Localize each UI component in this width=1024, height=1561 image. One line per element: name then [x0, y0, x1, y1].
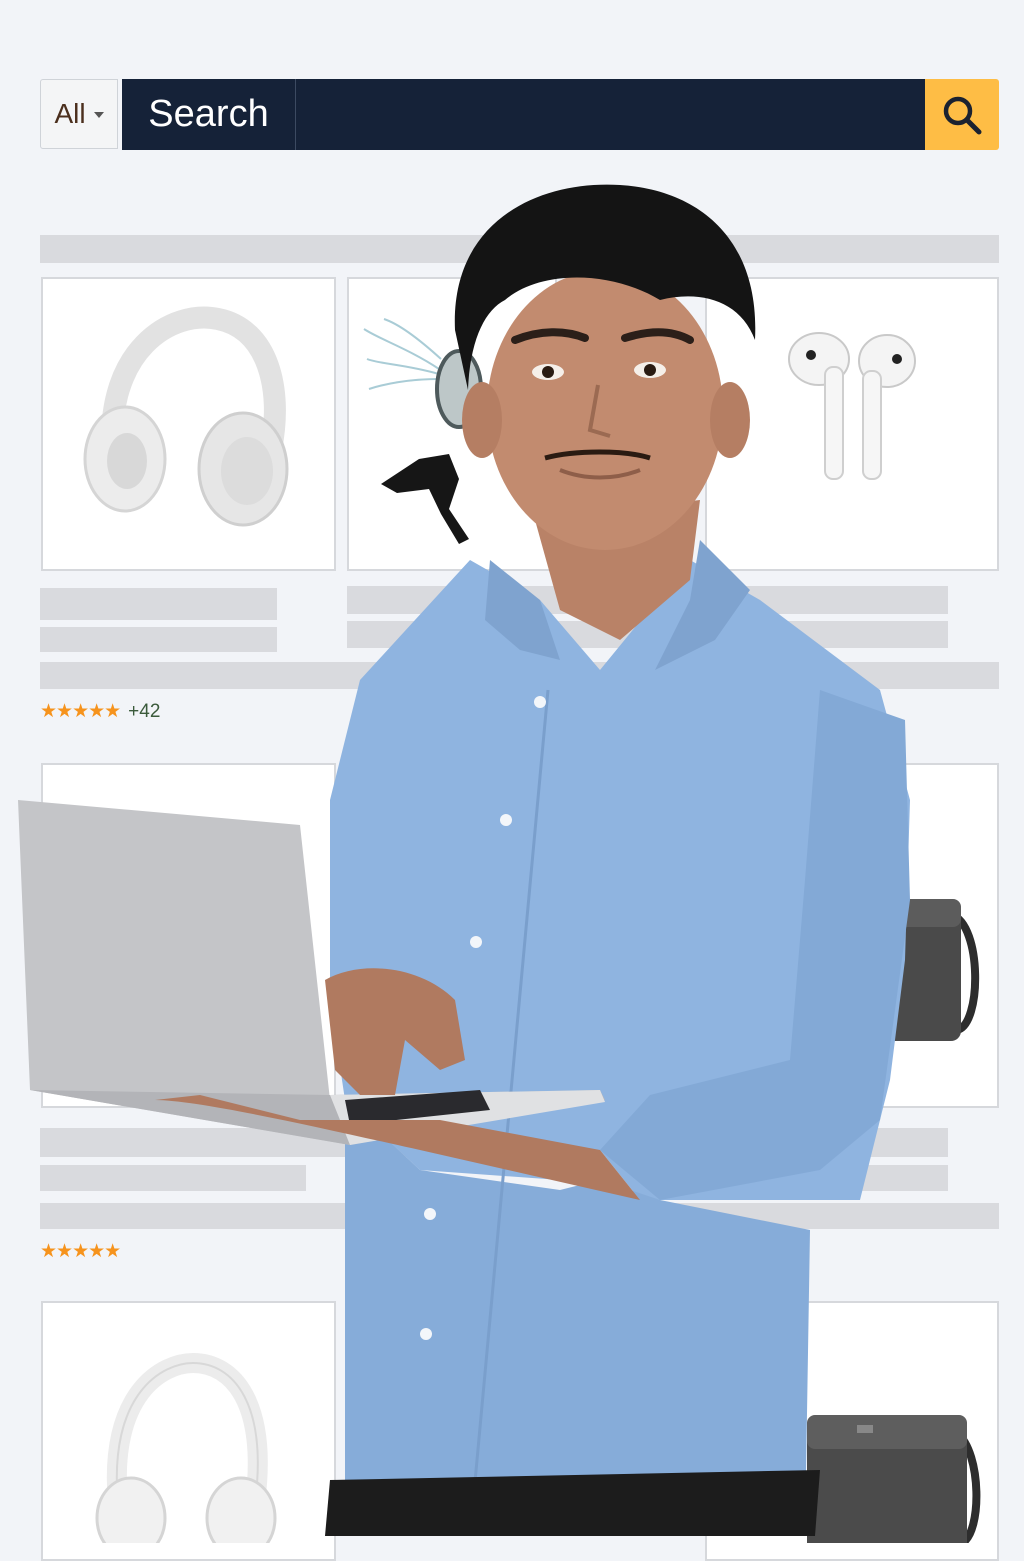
- person-photo: [0, 0, 1024, 1536]
